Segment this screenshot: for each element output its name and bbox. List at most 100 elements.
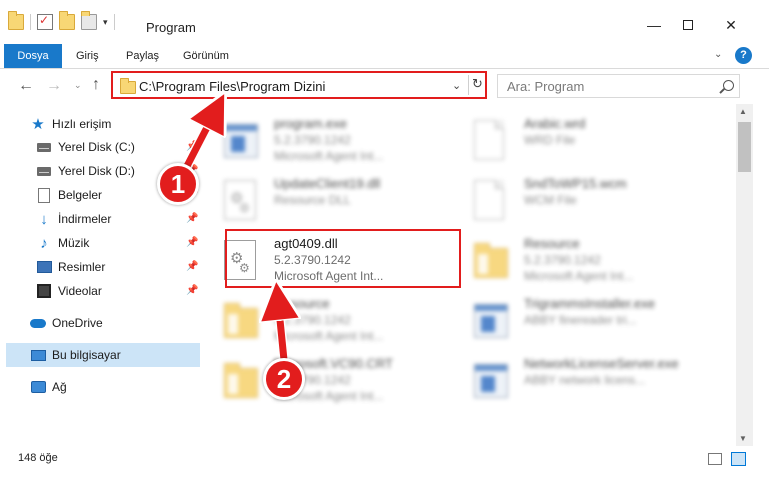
new-folder-icon[interactable]	[59, 11, 75, 30]
sidebar-item-videos[interactable]: Videolar 📌	[36, 279, 200, 303]
sidebar-item-label: Belgeler	[58, 188, 103, 202]
drive-icon	[37, 166, 51, 176]
help-icon[interactable]: ?	[735, 47, 752, 64]
pin-icon[interactable]: 📌	[186, 237, 198, 248]
file-version: 5.2.3790.1242	[524, 253, 601, 267]
file-item[interactable]: Resource 5.2.3790.1242 Microsoft Agent I…	[462, 230, 712, 290]
recent-locations-icon[interactable]: ⌄	[74, 80, 82, 91]
folder-icon	[224, 303, 258, 338]
sidebar-item-pictures[interactable]: Resimler 📌	[36, 255, 200, 279]
search-icon[interactable]	[723, 80, 734, 91]
file-name: Arabic.wrd	[524, 116, 586, 131]
tab-file[interactable]: Dosya	[4, 44, 62, 68]
sidebar-item-downloads[interactable]: ↓ İndirmeler 📌	[36, 207, 200, 231]
maximize-icon	[683, 20, 693, 30]
pictures-icon	[36, 261, 52, 273]
address-path[interactable]: C:\Program Files\Program Dizini	[139, 79, 325, 94]
file-version: 5.2.3790.1242	[274, 133, 351, 147]
tab-view[interactable]: Görünüm	[173, 44, 239, 68]
search-input[interactable]: Ara: Program	[497, 74, 740, 98]
file-name: NetworkLicenseServer.exe	[524, 356, 679, 371]
scroll-down-icon[interactable]: ▼	[739, 434, 747, 443]
sidebar-item-quick-access[interactable]: ★ Hızlı erişim	[30, 112, 200, 136]
close-icon: ✕	[725, 16, 737, 33]
scroll-thumb[interactable]	[738, 122, 751, 172]
document-icon	[38, 187, 50, 203]
maximize-button[interactable]	[665, 10, 711, 40]
file-description: ABBY finereader tri...	[524, 313, 637, 327]
file-item[interactable]: Microsoft.VC90.CRT 5.2.3790.1242 Microso…	[212, 350, 462, 410]
item-count: 148 öğe	[18, 452, 58, 464]
folder-icon[interactable]	[8, 11, 24, 30]
sidebar-item-this-pc[interactable]: Bu bilgisayar	[6, 343, 200, 367]
music-icon: ♪	[40, 234, 48, 252]
file-name: Resource	[524, 236, 580, 251]
file-item[interactable]: SndToWP15.wcm WCM File	[462, 170, 712, 230]
computer-icon	[30, 349, 46, 361]
tab-share[interactable]: Paylaş	[116, 44, 169, 68]
large-icons-view-icon[interactable]	[731, 452, 746, 466]
toolbar-divider	[113, 14, 115, 30]
file-item[interactable]: Arabic.wrd WRD File	[462, 110, 712, 170]
file-description: ABBY network licens...	[524, 373, 646, 387]
sidebar-item-label: Resimler	[58, 260, 106, 274]
videos-icon	[37, 284, 51, 298]
file-type: Resource DLL	[274, 193, 351, 207]
page-icon	[474, 180, 504, 220]
forward-arrow-icon[interactable]: →	[46, 78, 62, 94]
file-item[interactable]: program.exe 5.2.3790.1242 Microsoft Agen…	[212, 110, 462, 170]
rename-icon[interactable]	[81, 11, 97, 30]
close-button[interactable]: ✕	[708, 10, 754, 40]
star-icon: ★	[31, 116, 45, 133]
tab-home[interactable]: Giriş	[66, 44, 109, 68]
drive-icon	[37, 142, 51, 152]
download-icon: ↓	[40, 210, 48, 228]
sidebar-item-music[interactable]: ♪ Müzik 📌	[36, 231, 200, 255]
sidebar-item-label: Videolar	[58, 284, 102, 298]
pin-icon[interactable]: 📌	[186, 285, 198, 296]
sidebar-item-onedrive[interactable]: OneDrive	[30, 311, 200, 335]
dll-icon: ⚙ ⚙	[224, 180, 256, 220]
file-description: Microsoft Agent Int...	[524, 269, 634, 283]
file-version: 5.2.3790.1242	[274, 313, 351, 327]
details-view-icon[interactable]	[708, 453, 722, 465]
sidebar-item-local-disk-c[interactable]: Yerel Disk (C:) 📌	[36, 135, 200, 159]
navigation-bar: ← → ⌄ ↑ C:\Program Files\Program Dizini …	[0, 70, 769, 102]
file-name: SndToWP15.wcm	[524, 176, 627, 191]
vertical-scrollbar[interactable]: ▲ ▼	[736, 104, 753, 446]
scroll-up-icon[interactable]: ▲	[739, 107, 747, 116]
back-arrow-icon[interactable]: ←	[18, 78, 34, 94]
file-item[interactable]: TrigrammsInstaller.exe ABBY finereader t…	[462, 290, 712, 350]
search-placeholder: Ara: Program	[507, 79, 585, 94]
cloud-icon	[30, 318, 46, 328]
file-name: UpdateClient19.dll	[274, 176, 381, 191]
properties-icon[interactable]	[37, 13, 53, 30]
application-icon	[474, 364, 508, 398]
pin-icon[interactable]: 📌	[186, 261, 198, 272]
file-item[interactable]: ⚙ ⚙ UpdateClient19.dll Resource DLL	[212, 170, 462, 230]
navigation-pane: ★ Hızlı erişim Yerel Disk (C:) 📌 Yerel D…	[0, 104, 205, 444]
sidebar-item-label: Bu bilgisayar	[52, 348, 121, 362]
up-arrow-icon[interactable]: ↑	[92, 76, 100, 94]
expand-ribbon-icon[interactable]: ⌄	[714, 49, 722, 60]
refresh-icon[interactable]: ↻	[470, 76, 485, 92]
status-bar: 148 öğe	[0, 446, 769, 472]
file-description: Microsoft Agent Int...	[274, 149, 384, 163]
address-bar[interactable]: C:\Program Files\Program Dizini ⌄ ↻	[111, 71, 487, 99]
pin-icon[interactable]: 📌	[186, 141, 198, 152]
highlight-box	[225, 229, 461, 288]
folder-icon	[474, 243, 508, 278]
sidebar-item-network[interactable]: Ağ	[30, 375, 200, 399]
address-dropdown-icon[interactable]: ⌄	[452, 79, 461, 92]
quick-access-toolbar: ▾	[8, 11, 115, 30]
file-item[interactable]: NetworkLicenseServer.exe ABBY network li…	[462, 350, 712, 410]
toolbar-divider	[30, 14, 31, 30]
file-item[interactable]: Resource 5.2.3790.1242 Microsoft Agent I…	[212, 290, 462, 350]
folder-icon	[120, 78, 136, 94]
step-1-badge: 1	[157, 163, 199, 205]
pin-icon[interactable]: 📌	[186, 213, 198, 224]
customize-toolbar-icon[interactable]: ▾	[103, 17, 108, 28]
sidebar-item-label: Müzik	[58, 236, 90, 250]
folder-icon	[224, 363, 258, 398]
window-title: Program	[146, 20, 196, 35]
